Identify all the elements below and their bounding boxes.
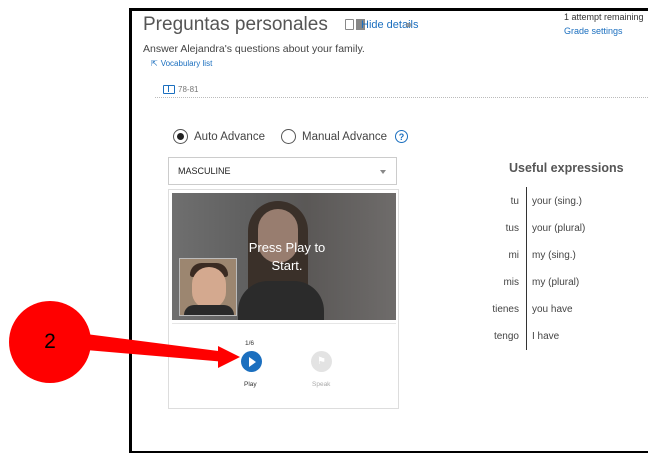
annotation-arrow [86,334,240,368]
annotation-badge: 2 [9,301,91,383]
annotation-arrow-shaft [86,334,226,362]
annotation-arrow-head [218,346,240,368]
